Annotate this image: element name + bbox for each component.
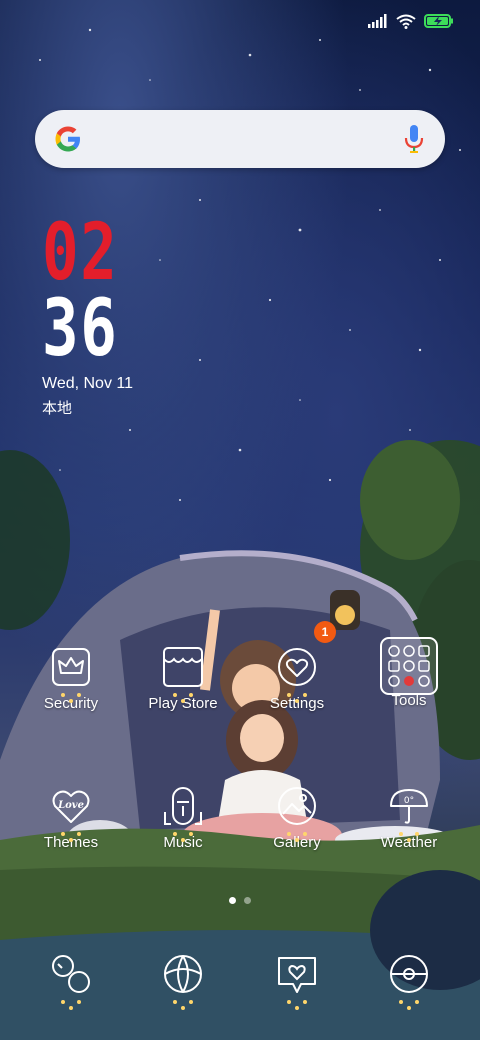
- sparkle-icon: [287, 693, 307, 703]
- notification-badge: 1: [314, 621, 336, 643]
- dock: [0, 952, 480, 1012]
- google-g-icon: [55, 126, 80, 152]
- sparkle-icon: [61, 693, 81, 703]
- love-text: Love: [57, 800, 84, 811]
- sparkle-icon: [399, 1000, 419, 1010]
- page-indicator[interactable]: [0, 897, 480, 904]
- signal-bars-icon: [368, 14, 387, 28]
- camera-icon: [390, 955, 428, 993]
- gallery-icon: [278, 787, 316, 825]
- battery-charging-icon: [424, 14, 453, 28]
- app-play-store[interactable]: Play Store: [128, 645, 238, 712]
- app-settings[interactable]: Settings: [242, 645, 352, 712]
- status-bar: [368, 10, 454, 32]
- folder-tools[interactable]: Tools: [354, 636, 464, 709]
- sparkle-icon: [399, 832, 419, 842]
- page-dot[interactable]: [244, 897, 251, 904]
- music-icon: [164, 787, 202, 825]
- sparkle-icon: [287, 1000, 307, 1010]
- messages-icon: [278, 957, 316, 993]
- crown-shield-icon: [52, 648, 90, 686]
- clock-date: Wed, Nov 11: [42, 375, 134, 392]
- home-screen: 02 36 Wed, Nov 11 本地 Security Play Store…: [0, 0, 480, 1040]
- clock-minute: 36: [42, 284, 119, 374]
- google-search-bar[interactable]: [35, 110, 445, 168]
- app-themes[interactable]: Love Themes: [16, 784, 126, 851]
- page-dot-active[interactable]: [229, 897, 236, 904]
- sparkle-icon: [173, 693, 193, 703]
- dock-app-messages[interactable]: [242, 952, 352, 1010]
- app-gallery[interactable]: Gallery: [242, 784, 352, 851]
- sparkle-icon: [173, 1000, 193, 1010]
- temperature-text: 0°: [404, 796, 414, 806]
- phone-icon: [52, 955, 90, 993]
- dock-app-phone[interactable]: [16, 952, 126, 1010]
- sparkle-icon: [287, 832, 307, 842]
- sparkle-icon: [61, 832, 81, 842]
- clock-widget[interactable]: 02 36 Wed, Nov 11 本地: [42, 208, 140, 418]
- store-awning-icon: [163, 647, 203, 687]
- clock-location: 本地: [42, 400, 73, 417]
- dock-app-camera[interactable]: [354, 952, 464, 1010]
- heart-circle-icon: [278, 648, 316, 686]
- camping-wallpaper-illustration: [0, 440, 480, 1040]
- clock-hour: 02: [42, 208, 119, 298]
- microphone-icon[interactable]: [403, 124, 425, 154]
- app-music[interactable]: Music: [128, 784, 238, 851]
- sparkle-icon: [173, 832, 193, 842]
- umbrella-icon: 0°: [390, 789, 428, 824]
- wifi-icon: [396, 14, 416, 29]
- sparkle-icon: [61, 1000, 81, 1010]
- browser-icon: [164, 955, 202, 993]
- dock-app-browser[interactable]: [128, 952, 238, 1010]
- app-security[interactable]: Security: [16, 645, 126, 712]
- love-heart-icon: Love: [52, 790, 90, 823]
- app-weather[interactable]: 0° Weather: [354, 784, 464, 851]
- folder-grid-icon: [380, 637, 438, 695]
